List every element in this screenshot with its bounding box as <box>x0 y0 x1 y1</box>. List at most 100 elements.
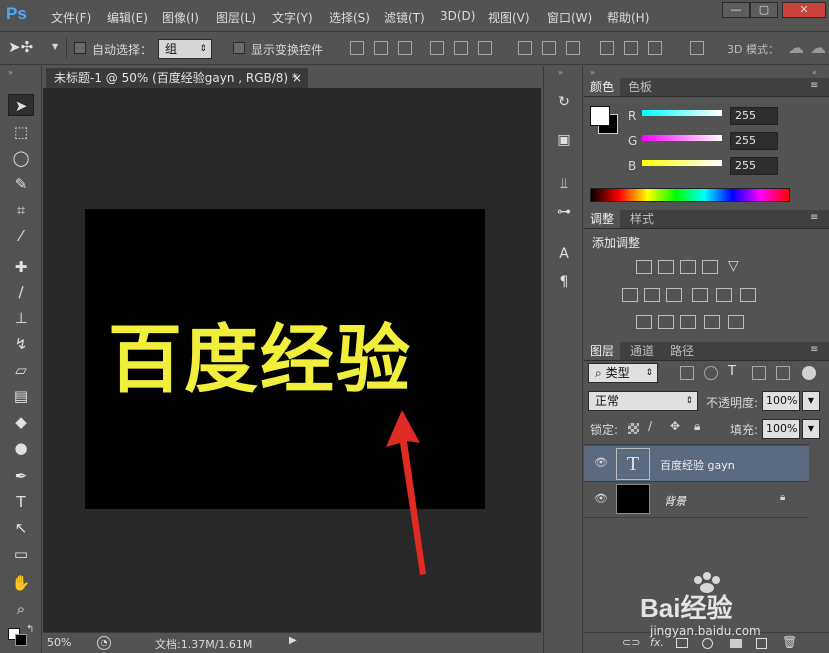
tab-swatches[interactable]: 色板 <box>622 78 658 96</box>
background-color-swatch[interactable] <box>15 634 27 646</box>
menu-type[interactable]: 文字(Y) <box>272 9 313 26</box>
close-icon[interactable]: × <box>292 68 302 88</box>
layer-row-text[interactable]: 👁︎ T 百度经验 gayn <box>584 446 809 482</box>
invert-icon[interactable] <box>636 315 652 329</box>
channel-mixer-icon[interactable] <box>716 288 732 302</box>
opacity-dropdown-icon[interactable]: ▼ <box>802 391 820 411</box>
tab-color[interactable]: 颜色 <box>584 78 621 96</box>
opacity-input[interactable]: 100% <box>762 391 800 411</box>
minimize-button[interactable]: — <box>722 2 750 18</box>
paragraph-panel-icon[interactable]: ¶ <box>554 272 574 292</box>
brush-panel-icon[interactable]: ⊶ <box>554 202 574 222</box>
distribute-bottom-icon[interactable] <box>566 41 580 55</box>
show-transform-checkbox[interactable] <box>233 42 245 54</box>
color-lookup-icon[interactable] <box>740 288 756 302</box>
eye-icon[interactable]: 👁︎ <box>594 456 608 469</box>
lock-transparency-icon[interactable] <box>628 423 639 434</box>
move-tool-preset-icon[interactable]: ➤✣ <box>8 38 33 56</box>
pen-tool-icon[interactable]: ✒ <box>8 465 34 487</box>
tab-paths[interactable]: 路径 <box>664 342 700 360</box>
align-vcenter-icon[interactable] <box>374 41 388 55</box>
layer-name[interactable]: 百度经验 gayn <box>660 457 735 473</box>
marquee-tool-icon[interactable]: ⬚ <box>8 121 34 143</box>
3d-roll-icon[interactable]: ☁ <box>810 38 826 57</box>
close-button[interactable]: ✕ <box>782 2 826 18</box>
restore-button[interactable]: ▢ <box>750 2 778 18</box>
crop-tool-icon[interactable]: ⌗ <box>8 199 34 221</box>
tab-adjustments[interactable]: 调整 <box>584 210 621 228</box>
layer-name[interactable]: 背景 <box>664 493 686 509</box>
eye-icon[interactable]: 👁︎ <box>594 492 608 505</box>
collapse-arrows-icon[interactable]: » <box>558 68 563 77</box>
auto-select-dropdown[interactable]: 组 ⇕ <box>158 39 212 59</box>
chevron-down-icon[interactable]: ▼ <box>52 42 58 51</box>
vibrance-icon[interactable]: ▽ <box>728 258 739 274</box>
3d-rotate-icon[interactable]: ☁ <box>788 38 804 57</box>
lock-all-icon[interactable]: 🔒︎ <box>694 419 700 434</box>
panel-menu-icon[interactable]: ≡ <box>810 212 818 223</box>
doc-info-icon[interactable]: ◔ <box>97 636 111 650</box>
color-balance-icon[interactable] <box>644 288 660 302</box>
menu-file[interactable]: 文件(F) <box>51 9 91 26</box>
lock-pixels-icon[interactable]: ∕ <box>648 419 652 433</box>
posterize-icon[interactable] <box>658 315 674 329</box>
status-menu-arrow-icon[interactable]: ▶ <box>289 635 297 646</box>
photo-filter-icon[interactable] <box>692 288 708 302</box>
fill-input[interactable]: 100% <box>762 419 800 439</box>
channel-b-slider[interactable] <box>642 160 722 166</box>
threshold-icon[interactable] <box>680 315 696 329</box>
align-left-icon[interactable] <box>430 41 444 55</box>
swap-colors-icon[interactable]: ↰ <box>26 624 34 635</box>
collapse-panel-icon[interactable]: « <box>812 68 817 77</box>
auto-align-icon[interactable] <box>690 41 704 55</box>
blend-mode-dropdown[interactable]: 正常 ⇕ <box>588 391 698 411</box>
panel-menu-icon[interactable]: ≡ <box>810 80 818 91</box>
fill-dropdown-icon[interactable]: ▼ <box>802 419 820 439</box>
levels-icon[interactable] <box>658 260 674 274</box>
menu-edit[interactable]: 编辑(E) <box>107 9 148 26</box>
tab-layers[interactable]: 图层 <box>584 342 621 360</box>
filter-type-icon[interactable]: T <box>728 364 736 379</box>
layer-filter-dropdown[interactable]: ⌕ 类型 ⇕ <box>588 363 658 383</box>
align-top-icon[interactable] <box>350 41 364 55</box>
eraser-tool-icon[interactable]: ▱ <box>8 359 34 381</box>
distribute-top-icon[interactable] <box>518 41 532 55</box>
blur-tool-icon[interactable]: ◆ <box>8 411 34 433</box>
tab-styles[interactable]: 样式 <box>624 210 660 228</box>
auto-select-checkbox[interactable] <box>74 42 86 54</box>
curves-icon[interactable] <box>680 260 696 274</box>
brush-tool-icon[interactable]: ∕ <box>8 281 34 303</box>
menu-3d[interactable]: 3D(D) <box>440 9 475 23</box>
channel-g-input[interactable]: 255 <box>730 132 778 150</box>
black-white-icon[interactable] <box>666 288 682 302</box>
distribute-left-icon[interactable] <box>600 41 614 55</box>
distribute-right-icon[interactable] <box>648 41 662 55</box>
healing-brush-tool-icon[interactable]: ✚ <box>8 256 34 278</box>
exposure-icon[interactable] <box>702 260 718 274</box>
path-selection-tool-icon[interactable]: ↖ <box>8 517 34 539</box>
channel-r-input[interactable]: 255 <box>730 107 778 125</box>
document-tab[interactable]: 未标题-1 @ 50% (百度经验gayn , RGB/8) * × <box>46 68 308 88</box>
distribute-hcenter-icon[interactable] <box>624 41 638 55</box>
brightness-icon[interactable] <box>636 260 652 274</box>
distribute-vcenter-icon[interactable] <box>542 41 556 55</box>
menu-image[interactable]: 图像(I) <box>162 9 199 26</box>
lock-position-icon[interactable]: ✥ <box>670 419 680 433</box>
quick-select-tool-icon[interactable]: ✎ <box>8 173 34 195</box>
filter-adjustment-icon[interactable] <box>704 366 718 380</box>
lasso-tool-icon[interactable]: ◯ <box>8 147 34 169</box>
dodge-tool-icon[interactable]: ● <box>8 437 34 459</box>
filter-shape-icon[interactable] <box>752 366 766 380</box>
type-tool-icon[interactable]: T <box>8 491 34 513</box>
shape-tool-icon[interactable]: ▭ <box>8 543 34 565</box>
gradient-map-icon[interactable] <box>728 315 744 329</box>
gradient-tool-icon[interactable]: ▤ <box>8 385 34 407</box>
menu-layer[interactable]: 图层(L) <box>216 9 256 26</box>
hue-saturation-icon[interactable] <box>622 288 638 302</box>
channel-r-slider[interactable] <box>642 110 722 116</box>
selective-color-icon[interactable] <box>704 315 720 329</box>
history-panel-icon[interactable]: ↻ <box>554 92 574 112</box>
align-bottom-icon[interactable] <box>398 41 412 55</box>
menu-view[interactable]: 视图(V) <box>488 9 530 26</box>
brush-presets-panel-icon[interactable]: ⫫ <box>554 174 574 194</box>
